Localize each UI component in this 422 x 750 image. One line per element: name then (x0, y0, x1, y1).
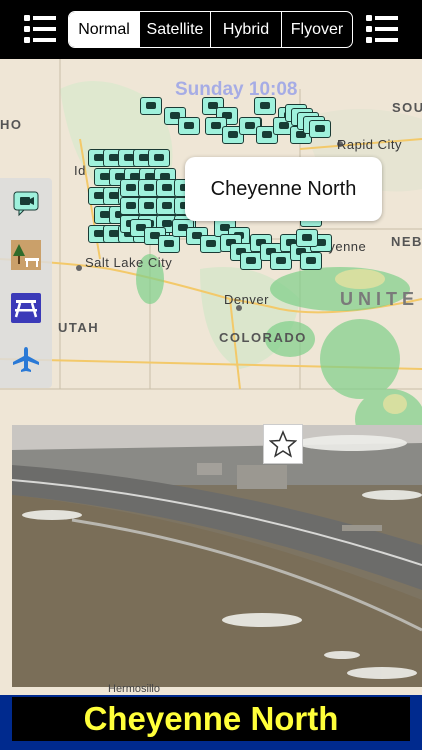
camera-title: Cheyenne North (83, 700, 339, 737)
segment-flyover[interactable]: Flyover (281, 12, 352, 47)
camera-image[interactable] (12, 425, 422, 687)
picnic-table-layer-icon[interactable] (11, 293, 41, 323)
star-icon (269, 430, 297, 458)
airport-layer-icon[interactable] (11, 344, 41, 374)
camera-marker-icon[interactable] (296, 229, 318, 247)
favorite-star-button[interactable] (263, 424, 303, 464)
segment-normal[interactable]: Normal (69, 12, 139, 47)
map-label-hermosillo: Hermosillo (108, 683, 160, 695)
camera-marker-icon[interactable] (270, 252, 292, 270)
segment-satellite[interactable]: Satellite (139, 12, 210, 47)
camera-marker-icon[interactable] (309, 120, 331, 138)
map-label-id: Id (74, 163, 86, 178)
top-toolbar: Normal Satellite Hybrid Flyover (0, 0, 422, 59)
map-label-rapid-city: Rapid City (337, 137, 402, 152)
list-menu-icon-right[interactable] (366, 12, 398, 46)
highway-camera-photo (12, 425, 422, 687)
map-label-south-dakota: SOU DAKO (392, 100, 422, 115)
camera-title-banner: Cheyenne North (0, 695, 422, 750)
map-view[interactable]: Sunday 10:08 HO SOU DAKO Rapid City Id C… (0, 59, 422, 695)
map-label-utah: UTAH (58, 320, 100, 335)
radar-timestamp: Sunday 10:08 (175, 79, 298, 100)
camera-marker-icon[interactable] (200, 235, 222, 253)
layer-sidebar (0, 178, 52, 388)
map-label-colorado: COLORADO (219, 330, 307, 345)
camera-marker-icon[interactable] (254, 97, 276, 115)
camera-marker-icon[interactable] (140, 97, 162, 115)
camera-marker-icon[interactable] (178, 117, 200, 135)
list-menu-icon[interactable] (24, 12, 56, 46)
callout-title: Cheyenne North (210, 177, 357, 200)
camera-title-box: Cheyenne North (12, 697, 410, 741)
rest-area-layer-icon[interactable] (11, 240, 41, 270)
map-type-segmented-control: Normal Satellite Hybrid Flyover (68, 11, 353, 48)
camera-layer-icon[interactable] (11, 188, 41, 218)
camera-callout[interactable]: Cheyenne North (185, 157, 382, 221)
camera-marker-icon[interactable] (148, 149, 170, 167)
map-label-nebraska: NEB (391, 234, 422, 249)
map-label-united: UNITE (340, 289, 419, 309)
map-label-salt-lake-city: Salt Lake City (85, 255, 173, 270)
map-label-idaho-partial: HO (0, 117, 23, 132)
camera-marker-icon[interactable] (158, 235, 180, 253)
camera-marker-icon[interactable] (300, 252, 322, 270)
camera-marker-icon[interactable] (240, 252, 262, 270)
map-label-denver: Denver (224, 292, 269, 307)
segment-hybrid[interactable]: Hybrid (210, 12, 281, 47)
